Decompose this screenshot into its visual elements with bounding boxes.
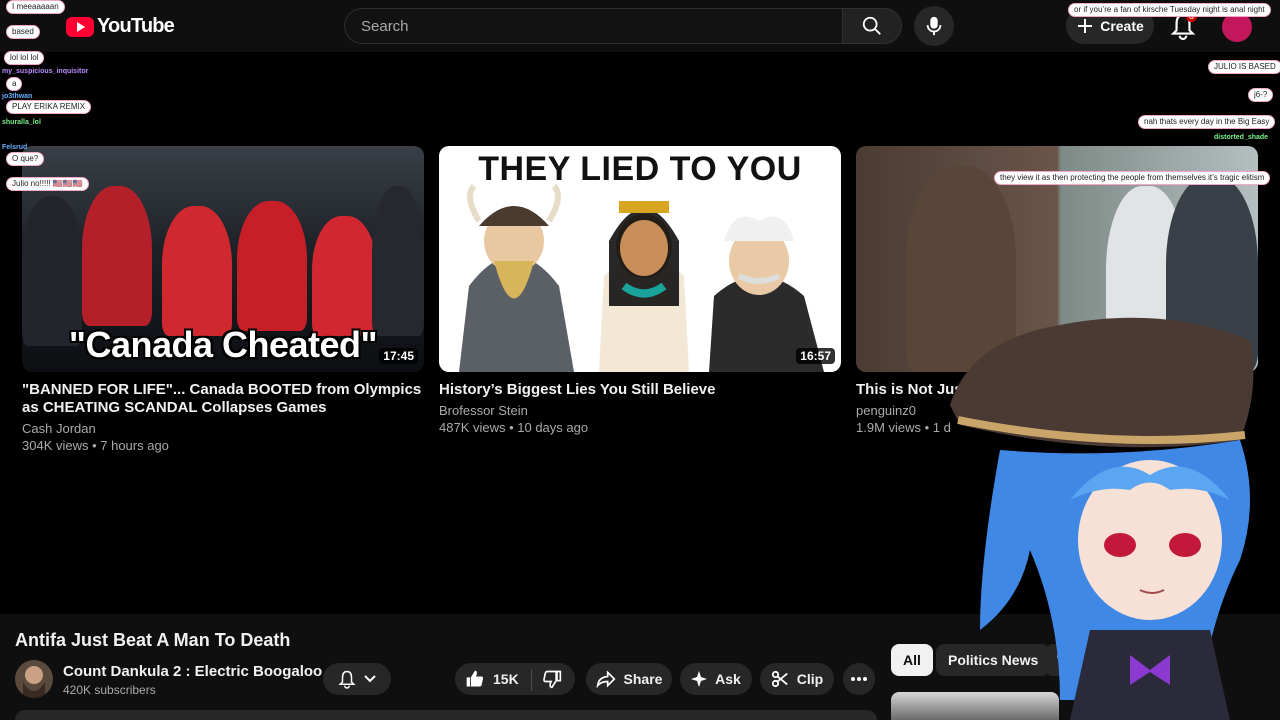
search-input[interactable]: Search bbox=[344, 8, 842, 44]
channel-avatar-image bbox=[23, 666, 45, 698]
thumbs-down-icon[interactable] bbox=[542, 669, 562, 689]
video-card[interactable]: THEY LIED TO YOU 16:57 History’s Biggest… bbox=[439, 146, 841, 435]
like-divider bbox=[531, 669, 532, 691]
create-label: Create bbox=[1100, 18, 1144, 34]
share-icon bbox=[596, 670, 616, 688]
video-duration: 17:45 bbox=[379, 348, 418, 364]
chat-message: or if you’re a fan of kirsche Tuesday ni… bbox=[1068, 3, 1271, 17]
chat-message: JULIO IS BASED bbox=[1208, 60, 1280, 74]
ask-label: Ask bbox=[715, 671, 741, 687]
description-box[interactable] bbox=[15, 710, 877, 720]
thumbnail-caption: "Canada Cheated" bbox=[68, 324, 378, 365]
plus-icon bbox=[1078, 19, 1093, 33]
subscription-bell-button[interactable] bbox=[323, 663, 391, 695]
bell-icon bbox=[338, 670, 356, 689]
chat-message: they view it as then protecting the peop… bbox=[994, 171, 1271, 185]
video-duration: 16:57 bbox=[796, 348, 835, 364]
chat-message: Julio no!!!!! 🇺🇸🇺🇸🇺🇸 bbox=[6, 177, 89, 191]
thumbnail-figure bbox=[237, 201, 307, 331]
screen: YouTube Search Create 8 "Canada Cheated"… bbox=[0, 0, 1280, 720]
voice-search-button[interactable] bbox=[914, 6, 954, 46]
chat-message: based bbox=[6, 25, 40, 39]
thumbnail-figure bbox=[162, 206, 232, 336]
chevron-down-icon bbox=[364, 675, 376, 683]
chat-username: distorted_shade bbox=[1214, 134, 1269, 141]
logo-text: YouTube bbox=[97, 15, 175, 37]
thumbnail-figure bbox=[312, 216, 377, 336]
microphone-icon bbox=[926, 16, 942, 36]
channel-avatar[interactable] bbox=[15, 660, 53, 698]
chat-message: a bbox=[6, 77, 23, 91]
video-card[interactable]: "Canada Cheated" 17:45 "BANNED FOR LIFE"… bbox=[22, 146, 424, 453]
more-actions-button[interactable] bbox=[843, 663, 875, 695]
video-meta: 487K views • 10 days ago bbox=[439, 420, 589, 435]
chat-message: j6-? bbox=[1248, 88, 1274, 102]
chat-message: nah thats every day in the Big Easy bbox=[1138, 115, 1276, 129]
ask-button[interactable]: Ask bbox=[680, 663, 752, 695]
chat-username: my_suspicious_inquisitor bbox=[2, 68, 89, 75]
subscriber-count: 420K subscribers bbox=[63, 683, 156, 697]
scissors-icon bbox=[771, 670, 788, 688]
chat-message: I meeaaaaan bbox=[6, 0, 65, 14]
chat-username: Felsrud bbox=[2, 144, 28, 151]
thumbnail-figure bbox=[82, 186, 152, 326]
clip-button[interactable]: Clip bbox=[760, 663, 834, 695]
thumbnail-figure bbox=[372, 186, 424, 336]
video-title[interactable]: "BANNED FOR LIFE"... Canada BOOTED from … bbox=[22, 381, 424, 417]
video-thumbnail[interactable]: THEY LIED TO YOU 16:57 bbox=[439, 146, 841, 372]
chat-message: lol lol lol bbox=[4, 51, 45, 65]
vtuber-avatar bbox=[950, 317, 1254, 720]
youtube-play-icon bbox=[66, 16, 94, 37]
chat-message: PLAY ERIKA REMIX bbox=[6, 100, 92, 114]
search-icon bbox=[862, 16, 881, 35]
video-title[interactable]: History’s Biggest Lies You Still Believe bbox=[439, 381, 841, 399]
sparkle-icon bbox=[691, 671, 708, 687]
watch-channel-name[interactable]: Count Dankula 2 : Electric Boogaloo bbox=[63, 663, 322, 680]
channel-name[interactable]: Brofessor Stein bbox=[439, 403, 841, 418]
chat-message: O que? bbox=[6, 152, 45, 166]
more-horizontal-icon bbox=[851, 677, 867, 681]
thumbs-up-icon[interactable] bbox=[465, 669, 485, 689]
chat-username: shuralla_lol bbox=[2, 119, 41, 126]
video-meta: 304K views • 7 hours ago bbox=[22, 438, 169, 453]
channel-name[interactable]: Cash Jordan bbox=[22, 421, 424, 436]
watch-video-title: Antifa Just Beat A Man To Death bbox=[15, 630, 291, 650]
share-label: Share bbox=[623, 671, 663, 687]
search-button[interactable] bbox=[842, 8, 902, 44]
clip-label: Clip bbox=[796, 671, 824, 687]
thumbnail-illustration bbox=[459, 183, 824, 372]
like-count[interactable]: 15K bbox=[493, 671, 519, 687]
share-button[interactable]: Share bbox=[586, 663, 672, 695]
youtube-logo[interactable]: YouTube bbox=[66, 15, 175, 38]
chip-all[interactable]: All bbox=[891, 644, 933, 676]
chat-username: jo3thwan bbox=[2, 93, 33, 100]
